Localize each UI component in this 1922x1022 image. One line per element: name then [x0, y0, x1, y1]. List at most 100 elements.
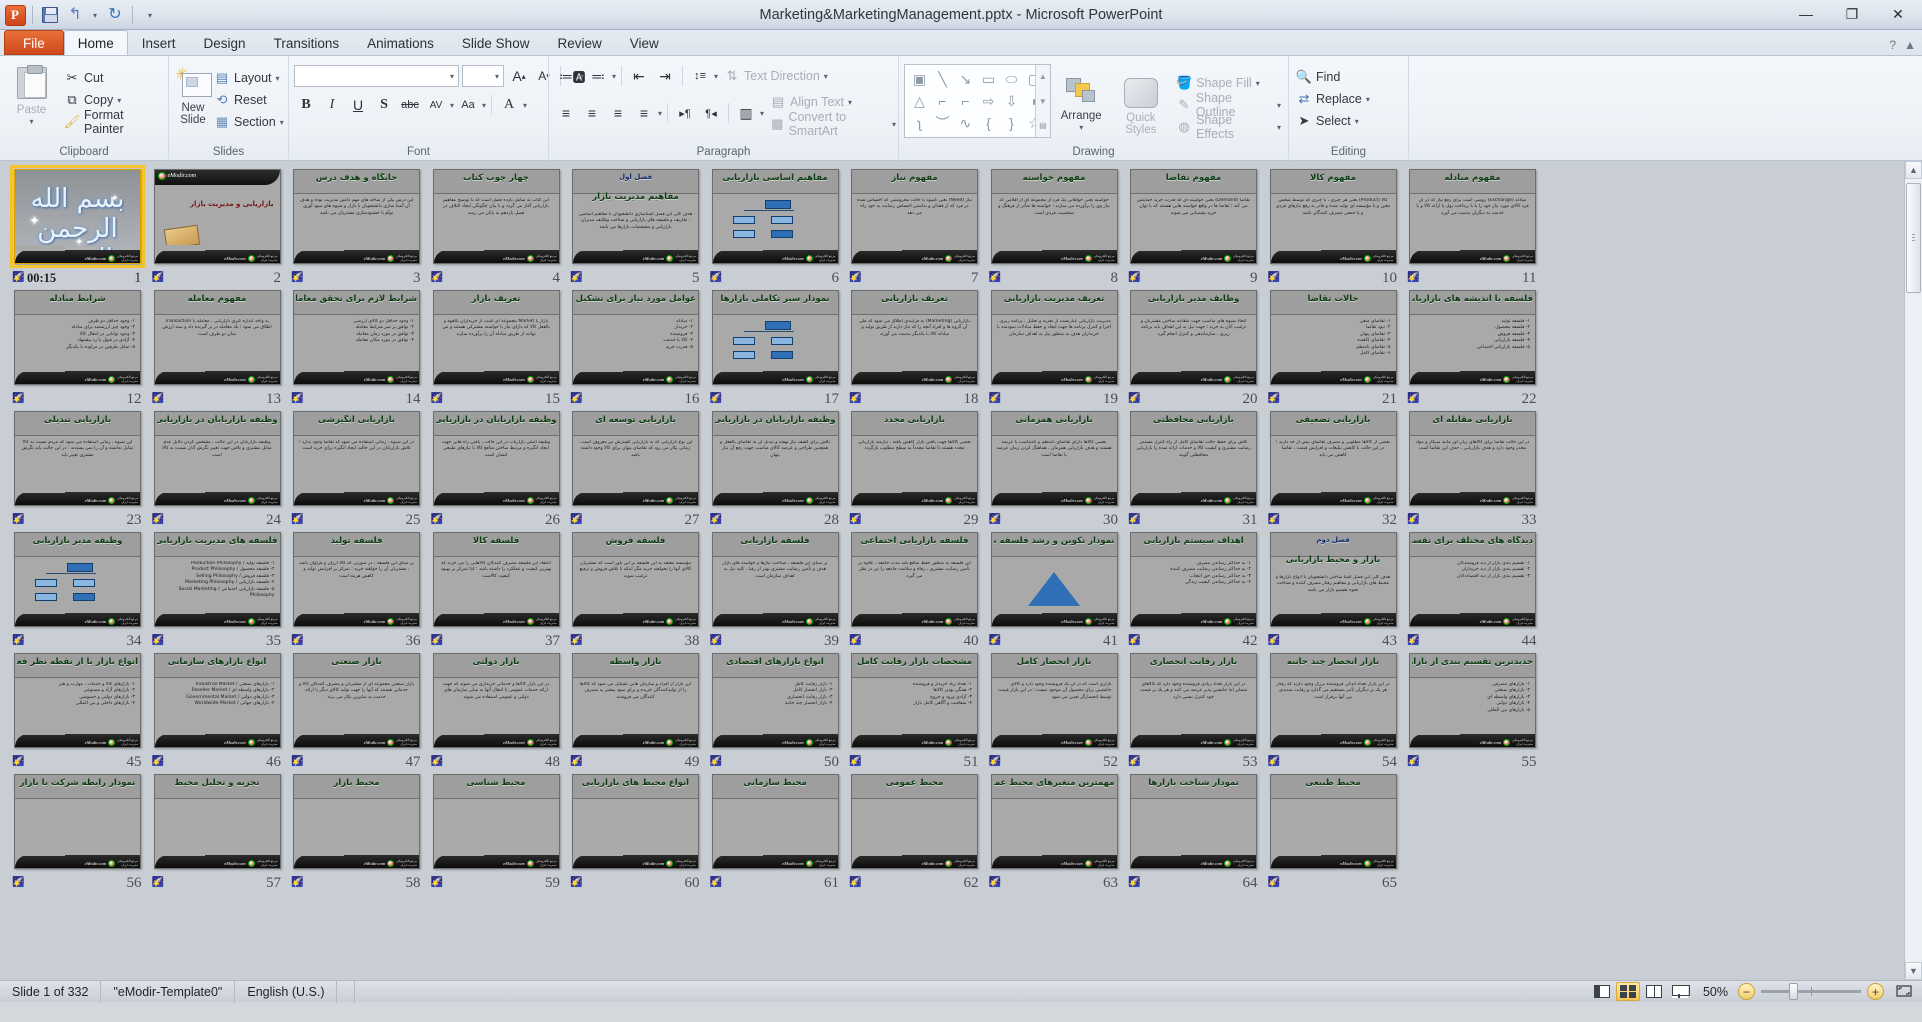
slide-canvas[interactable]: مفهوم نیاز نیاز (Need) یعنی کمبود یا حالت… [851, 169, 978, 264]
ribbon[interactable]: Paste ▾ ✂ Cut ⧉ Copy ▾ 🖌 Format Painter [0, 56, 1922, 161]
slide-canvas[interactable]: انواع محیط های بازاریابی eModir.com مرجع ا… [572, 774, 699, 869]
slide-canvas[interactable]: تعریف بازاریابی بازاریابی (Marketing) به … [851, 290, 978, 385]
transition-icon[interactable]: 🌠 [989, 514, 1002, 526]
tab-home[interactable]: Home [63, 30, 128, 55]
tab-design[interactable]: Design [190, 30, 260, 55]
slide-thumbnail-7[interactable]: مفهوم نیاز نیاز (Need) یعنی کمبود یا حالت… [845, 167, 985, 288]
tab-file[interactable]: File [4, 30, 64, 55]
slide-thumbnail-58[interactable]: محیط بازار eModir.com مرجع الکترونیکی مدیری… [287, 772, 427, 893]
slide-thumbnail-60[interactable]: انواع محیط های بازاریابی eModir.com مرجع ا… [566, 772, 706, 893]
slide-canvas[interactable]: فلسفه یا اندیشه های بازاریابی (در ترتیب … [1409, 290, 1536, 385]
slide-canvas[interactable]: بازار صنعتی بازار صنعتی مجموعه ای از مشتر… [293, 653, 420, 748]
slide-thumbnail-15[interactable]: تعریف بازار بازار یا Market مجموعه ای است… [427, 288, 567, 409]
shape-arrow-icon[interactable]: ↘ [954, 68, 977, 90]
slide-canvas[interactable]: فصل اول مفاهیم مدیریت بازار هدف کلی این فص… [572, 169, 699, 264]
character-spacing-dropdown-icon[interactable]: ▾ [450, 101, 454, 110]
fit-slide-to-window-button[interactable] [1894, 983, 1916, 1001]
shape-right-arrow-icon[interactable]: ⇨ [977, 90, 1000, 112]
transition-icon[interactable]: 🌠 [152, 514, 165, 526]
text-shadow-button[interactable]: S [372, 94, 396, 116]
slide-thumbnail-26[interactable]: وظیفه بازاریابان در بازاریابی انگیزشی وظی… [427, 409, 567, 530]
left-to-right-button[interactable]: ▸¶ [673, 102, 697, 124]
slide-canvas[interactable]: وظیفه بازاریابان در بازاریابی تبدیلی وظیف… [153, 411, 281, 506]
line-spacing-button[interactable]: ↕≡ [688, 65, 712, 87]
transition-icon[interactable]: 🌠 [1128, 635, 1141, 647]
slide-canvas[interactable]: چهار چوب کتاب این کتاب به شامل یازده فصل … [432, 169, 560, 264]
shape-rectangle-icon[interactable]: ▭ [977, 68, 1000, 90]
transition-icon[interactable]: 🌠 [1268, 877, 1281, 889]
slide-thumbnail-1[interactable]: بسم الله الرحمن الرحيم✦✦✦eModir.comمرجع … [8, 165, 148, 288]
slide-thumbnail-38[interactable]: فلسفه فروش مؤسسه معتقد به این فلسفه بر ای… [566, 530, 706, 651]
slide-thumbnail-3[interactable]: جایگاه و هدف درس این درس یکی از شاخه های … [287, 167, 427, 288]
slide-thumbnail-55[interactable]: جدیدترین تقسیم بندی از بازارها ۱- بازارها… [1403, 651, 1543, 772]
tab-slide-show[interactable]: Slide Show [448, 30, 544, 55]
transition-icon[interactable]: 🌠 [1407, 635, 1420, 647]
new-slide-button[interactable]: ✳ New Slide [174, 61, 212, 126]
transition-icon[interactable]: 🌠 [1268, 635, 1281, 647]
increase-indent-button[interactable]: ⇥ [653, 65, 677, 87]
italic-button[interactable]: I [320, 94, 344, 116]
underline-button[interactable]: U [346, 94, 370, 116]
slide-sorter-view[interactable]: بسم الله الرحمن الرحيم✦✦✦eModir.comمرجع … [0, 161, 1922, 980]
right-to-left-button[interactable]: ¶◂ [699, 102, 723, 124]
slide-canvas[interactable]: جدیدترین تقسیم بندی از بازارها ۱- بازارها… [1409, 653, 1536, 748]
columns-button[interactable]: ▥ [734, 102, 758, 124]
language-indicator[interactable]: English (U.S.) [235, 980, 338, 1003]
transition-icon[interactable]: 🌠 [431, 877, 444, 889]
transition-icon[interactable]: 🌠 [12, 635, 25, 647]
quick-styles-button[interactable]: Quick Styles [1112, 64, 1171, 136]
transition-icon[interactable]: 🌠 [1268, 514, 1281, 526]
slide-thumbnail-47[interactable]: بازار صنعتی بازار صنعتی مجموعه ای از مشتر… [287, 651, 427, 772]
slide-thumbnail-17[interactable]: نمودار سیر تکاملی بازارها eModir.com مرجع … [706, 288, 846, 409]
shape-triangle-icon[interactable]: △ [908, 90, 931, 112]
line-spacing-dropdown-icon[interactable]: ▾ [714, 72, 718, 81]
strikethrough-button[interactable]: abc [398, 94, 422, 116]
slide-thumbnail-23[interactable]: بازاریابی تبدیلی این شیوه ، زمانی استفاده… [8, 409, 148, 530]
slide-canvas[interactable]: شرایط مبادله ۱- وجود حداقل دو طرف ۲- وجود … [14, 290, 141, 385]
slide-thumbnail-28[interactable]: وظیفه بازاریابان در بازاریابی توسعه ای تل… [706, 409, 846, 530]
shape-effects-button[interactable]: ◍ Shape Effects ▾ [1174, 113, 1283, 141]
zoom-out-button[interactable]: − [1738, 983, 1755, 1000]
slide-thumbnail-10[interactable]: مفهوم کالا کالا (Product) یعنی هر چیزی ، … [1264, 167, 1404, 288]
slide-thumbnail-39[interactable]: فلسفه بازاریابی بر مبنای این فلسفه ، شناخ… [706, 530, 846, 651]
justify-dropdown-icon[interactable]: ▾ [658, 109, 662, 118]
slide-canvas[interactable]: فلسفه بازاریابی بر مبنای این فلسفه ، شناخ… [711, 532, 839, 627]
slide-canvas[interactable]: نمودار رابطه شرکت با بازار eModir.com مرجع… [14, 774, 141, 869]
slide-thumbnail-59[interactable]: محیط شناسی eModir.com مرجع الکترونیکی مدیری… [427, 772, 567, 893]
transition-icon[interactable]: 🌠 [12, 877, 25, 889]
slide-canvas[interactable]: مفاهیم اساسی بازاریابی eModir.com مرجع الک… [711, 169, 839, 264]
slide-canvas[interactable]: محیط سازمانی eModir.com مرجع الکترونیکی مدی… [711, 774, 839, 869]
slide-canvas[interactable]: فلسفه بازاریابی اجتماعی این فلسفه به منظو… [851, 532, 978, 627]
slide-thumbnail-35[interactable]: فلسفه های مدیریت بازاریابی ۱- فلسفه تولید… [148, 530, 288, 651]
transition-icon[interactable]: 🌠 [849, 393, 862, 405]
slide-thumbnail-6[interactable]: مفاهیم اساسی بازاریابی eModir.com مرجع الک… [706, 167, 846, 288]
font-name-input[interactable]: ▾ [294, 65, 459, 87]
slide-canvas[interactable]: بازار رقابت انحصاری در این بازار تعداد زی… [1130, 653, 1257, 748]
zoom-track[interactable] [1761, 983, 1861, 1000]
transition-icon[interactable]: 🌠 [12, 756, 25, 768]
shape-elbow-arrow-icon[interactable]: ⌐ [954, 90, 977, 112]
slide-thumbnail-2[interactable]: eModir.com بازاریابی و مدیریت بازار eModir… [148, 167, 288, 288]
tab-insert[interactable]: Insert [128, 30, 190, 55]
transition-icon[interactable]: 🌠 [1128, 514, 1141, 526]
slide-canvas[interactable]: مفهوم معامله به واحد اندازه گیری بازاریاب… [153, 290, 281, 385]
slide-thumbnail-46[interactable]: انواع بازارهای سازمانی ۱- بازارهای صنعتی … [148, 651, 288, 772]
columns-dropdown-icon[interactable]: ▾ [760, 109, 764, 118]
slide-thumbnail-22[interactable]: فلسفه یا اندیشه های بازاریابی (در ترتیب … [1403, 288, 1543, 409]
close-button[interactable]: ✕ [1876, 2, 1920, 26]
transition-icon[interactable]: 🌠 [849, 877, 862, 889]
slide-thumbnail-40[interactable]: فلسفه بازاریابی اجتماعی این فلسفه به منظو… [845, 530, 985, 651]
slide-thumbnail-25[interactable]: بازاریابی انگیزشی در این شیوه ، زمانی است… [287, 409, 427, 530]
transition-icon[interactable]: 🌠 [1268, 272, 1281, 284]
slide-thumbnail-18[interactable]: تعریف بازاریابی بازاریابی (Marketing) به … [845, 288, 985, 409]
slide-canvas[interactable]: انواع بازار با از نقطه نظر فعالیت ۱- بازا… [14, 653, 141, 748]
slide-canvas[interactable]: جایگاه و هدف درس این درس یکی از شاخه های … [293, 169, 420, 264]
slide-thumbnail-8[interactable]: مفهوم خواسته خواسته یعنی خواهانی یك فرد ا… [985, 167, 1125, 288]
slide-thumbnail-52[interactable]: بازار انحصار کامل بازاری است که در آن یك … [985, 651, 1125, 772]
slide-canvas[interactable]: بازاریابی انگیزشی در این شیوه ، زمانی است… [293, 411, 420, 506]
slide-thumbnail-21[interactable]: حالات تقاضا ۱- تقاضای منفی ۲- نبود تقاضا ۳-… [1264, 288, 1404, 409]
slide-canvas[interactable]: فلسفه کالا اعتقاد این فلسفه مصرف کنندگان … [432, 532, 560, 627]
slide-thumbnail-30[interactable]: بازاریابی همزمانی بعضی کالاها دارای تقاضا… [985, 409, 1125, 530]
transition-icon[interactable]: 🌠 [570, 393, 583, 405]
slide-canvas[interactable]: محیط طبیعی eModir.com مرجع الکترونیکی مدیری… [1269, 774, 1397, 869]
